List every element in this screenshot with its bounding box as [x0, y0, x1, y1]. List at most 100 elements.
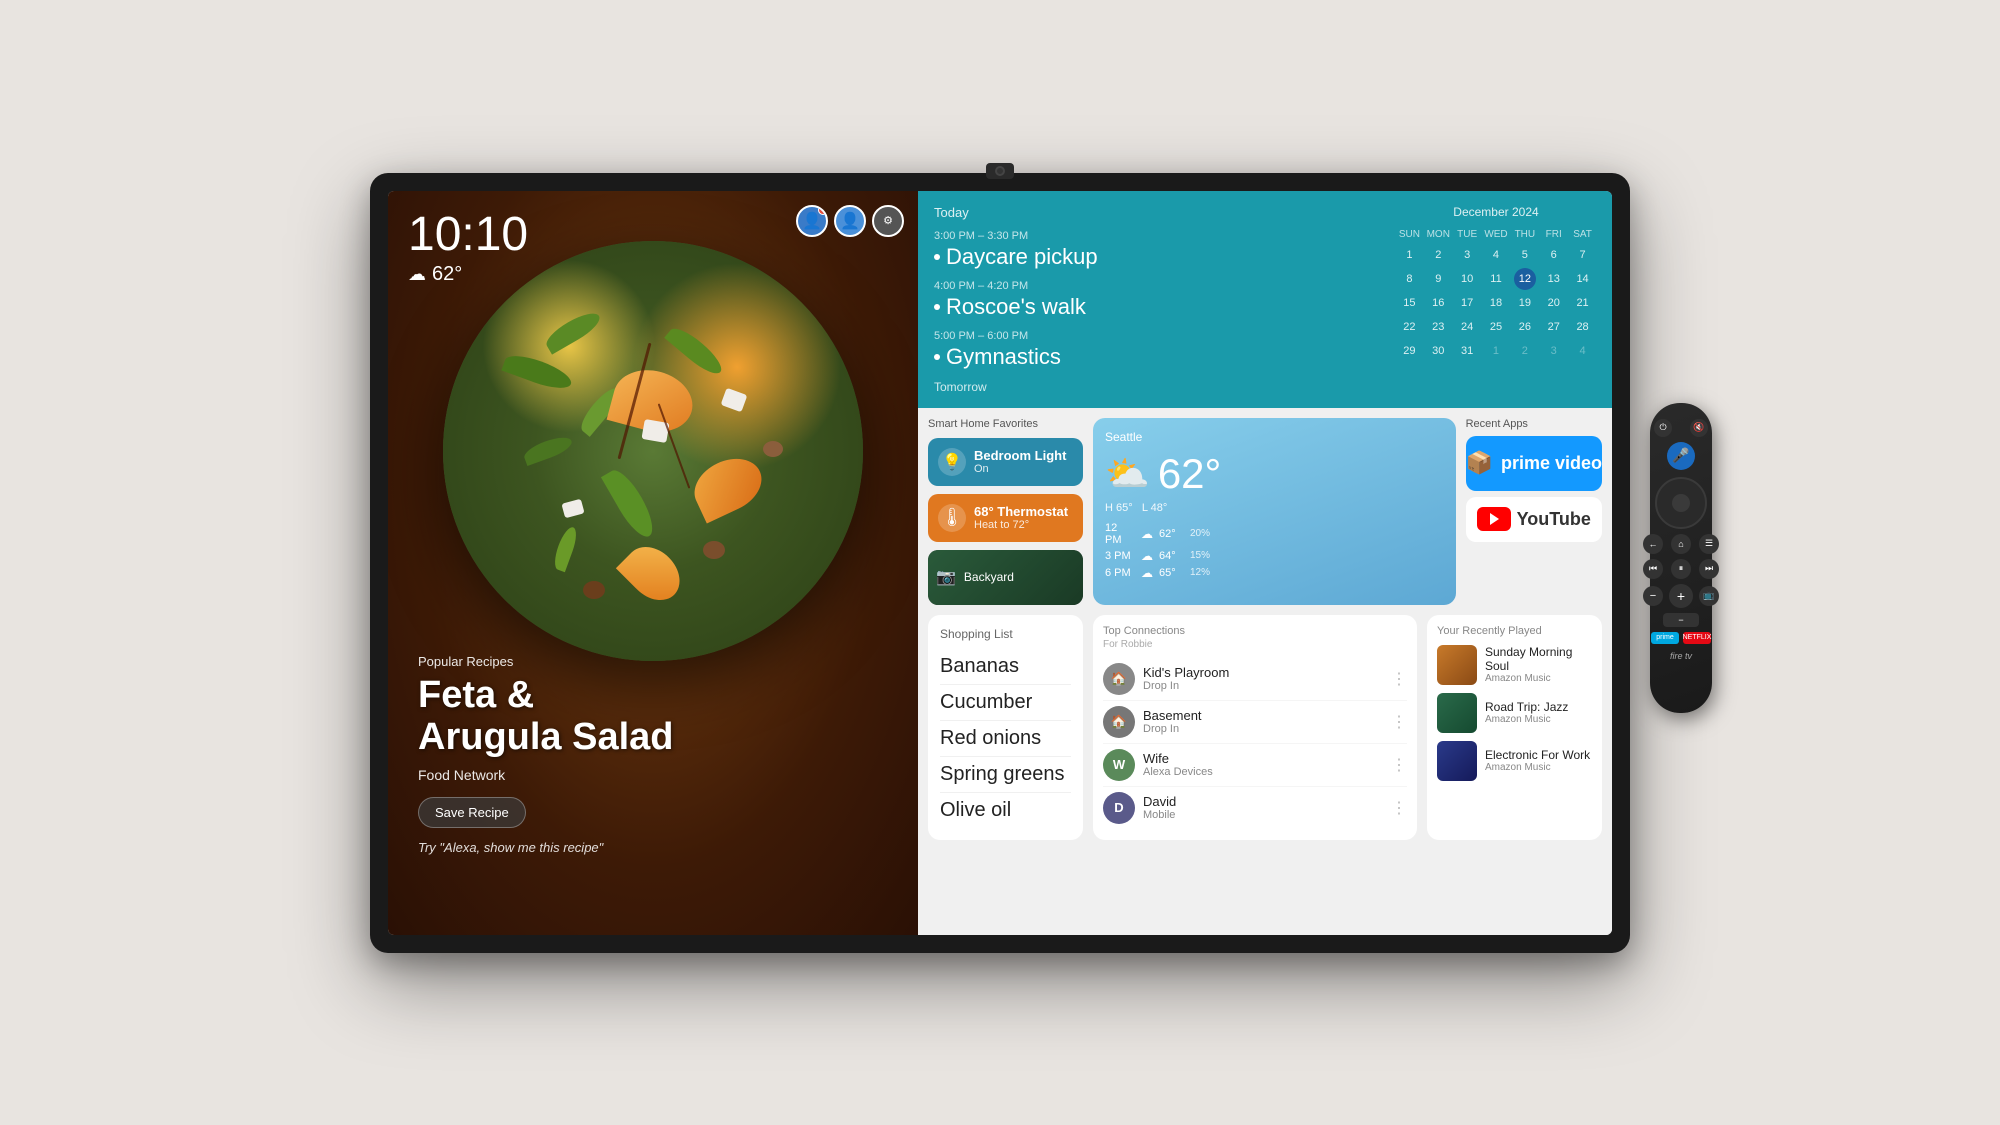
netflix-button[interactable]: NETFLIX	[1683, 632, 1711, 644]
bedroom-light-button[interactable]: 💡 Bedroom Light On	[928, 438, 1083, 486]
vol-down-button[interactable]: −	[1643, 586, 1663, 606]
rewind-button[interactable]: ⏮	[1643, 559, 1663, 579]
cal-day[interactable]: 9	[1427, 268, 1449, 290]
cal-day[interactable]: 21	[1572, 292, 1594, 314]
kids-playroom-info: Kid's Playroom Drop In	[1143, 665, 1383, 692]
channel-button[interactable]: 📺	[1699, 586, 1719, 606]
music-info: Road Trip: Jazz Amazon Music	[1485, 700, 1592, 725]
event-item[interactable]: 5:00 PM – 6:00 PM Gymnastics	[934, 330, 1380, 370]
back-button[interactable]: ←	[1643, 534, 1663, 554]
connection-david[interactable]: D David Mobile ⋮	[1103, 787, 1407, 829]
cal-day[interactable]: 24	[1456, 316, 1478, 338]
cal-day[interactable]: 1	[1398, 244, 1420, 266]
cal-day[interactable]: 11	[1485, 268, 1507, 290]
cal-day[interactable]: 20	[1543, 292, 1565, 314]
more-icon[interactable]: ⋮	[1391, 712, 1407, 732]
vol-up-button[interactable]: +	[1669, 584, 1693, 608]
youtube-tile[interactable]: YouTube	[1466, 497, 1602, 542]
event-time: 5:00 PM – 6:00 PM	[934, 330, 1380, 342]
cal-day[interactable]: 14	[1572, 268, 1594, 290]
shopping-item[interactable]: Spring greens	[940, 757, 1071, 793]
alexa-mic-button[interactable]: 🎤	[1667, 442, 1695, 470]
events-area: Today 3:00 PM – 3:30 PM Daycare pickup 4…	[934, 205, 1380, 394]
mute-button[interactable]: 🔇	[1690, 419, 1708, 437]
shopping-item[interactable]: Bananas	[940, 649, 1071, 685]
shopping-item[interactable]: Cucumber	[940, 685, 1071, 721]
cal-day[interactable]: 31	[1456, 340, 1478, 362]
menu-button[interactable]: ☰	[1699, 534, 1719, 554]
hour-cloud-icon: ☁	[1141, 549, 1153, 563]
cal-day[interactable]: 6	[1543, 244, 1565, 266]
cal-day[interactable]: 4	[1485, 244, 1507, 266]
tv-frame: 10:10 ☁ 62° 👤	[370, 173, 1630, 953]
connection-wife[interactable]: W Wife Alexa Devices ⋮	[1103, 744, 1407, 787]
basement-info: Basement Drop In	[1143, 708, 1383, 735]
prime-icon: 📦	[1466, 450, 1493, 476]
cal-day[interactable]: 5	[1514, 244, 1536, 266]
thermostat-info: 68° Thermostat Heat to 72°	[974, 504, 1068, 531]
cal-day[interactable]: 13	[1543, 268, 1565, 290]
cal-day[interactable]: 23	[1427, 316, 1449, 338]
cal-day-other[interactable]: 2	[1514, 340, 1536, 362]
more-icon[interactable]: ⋮	[1391, 755, 1407, 775]
cal-day[interactable]: 8	[1398, 268, 1420, 290]
cal-day[interactable]: 29	[1398, 340, 1420, 362]
cal-day-other[interactable]: 4	[1572, 340, 1594, 362]
wife-avatar: W	[1103, 749, 1135, 781]
cal-day[interactable]: 10	[1456, 268, 1478, 290]
cal-day[interactable]: 18	[1485, 292, 1507, 314]
home-button[interactable]: ⌂	[1671, 534, 1691, 554]
backyard-camera-button[interactable]: 📷 Backyard	[928, 550, 1083, 605]
cal-day[interactable]: 22	[1398, 316, 1420, 338]
nav-select-button[interactable]	[1672, 494, 1690, 512]
thermostat-button[interactable]: 🌡 68° Thermostat Heat to 72°	[928, 494, 1083, 542]
event-item[interactable]: 4:00 PM – 4:20 PM Roscoe's walk	[934, 280, 1380, 320]
amazon-button[interactable]: prime	[1651, 632, 1679, 644]
cal-day[interactable]: 17	[1456, 292, 1478, 314]
event-item[interactable]: 3:00 PM – 3:30 PM Daycare pickup	[934, 230, 1380, 270]
cal-day[interactable]: 30	[1427, 340, 1449, 362]
connection-kids-playroom[interactable]: 🏠 Kid's Playroom Drop In ⋮	[1103, 658, 1407, 701]
cal-day[interactable]: 25	[1485, 316, 1507, 338]
cal-day[interactable]: 19	[1514, 292, 1536, 314]
cal-day[interactable]: 28	[1572, 316, 1594, 338]
music-item-sunday[interactable]: Sunday Morning Soul Amazon Music	[1437, 645, 1592, 685]
cal-day[interactable]: 15	[1398, 292, 1420, 314]
more-icon[interactable]: ⋮	[1391, 798, 1407, 818]
cal-day[interactable]: 7	[1572, 244, 1594, 266]
music-item-roadtrip[interactable]: Road Trip: Jazz Amazon Music	[1437, 693, 1592, 733]
cal-day-today[interactable]: 12	[1514, 268, 1536, 290]
play-pause-button[interactable]: ⏸	[1671, 559, 1691, 579]
cal-day[interactable]: 16	[1427, 292, 1449, 314]
nav-ring[interactable]	[1655, 477, 1707, 529]
brand-buttons-row: prime NETFLIX	[1651, 632, 1711, 644]
connections-sublabel: For Robbie	[1103, 639, 1407, 650]
user-avatar[interactable]: 👤	[834, 205, 866, 237]
minus-button[interactable]: −	[1663, 613, 1699, 627]
shopping-item[interactable]: Olive oil	[940, 793, 1071, 828]
music-item-electronic[interactable]: Electronic For Work Amazon Music	[1437, 741, 1592, 781]
cal-day-other[interactable]: 1	[1485, 340, 1507, 362]
weather-temperature: 62°	[1158, 450, 1222, 497]
mini-calendar: December 2024 SUN MON TUE WED THU FRI SA…	[1396, 205, 1596, 394]
save-recipe-button[interactable]: Save Recipe	[418, 797, 526, 828]
event-name: Roscoe's walk	[934, 294, 1380, 320]
more-icon[interactable]: ⋮	[1391, 669, 1407, 689]
prime-video-tile[interactable]: 📦 prime video	[1466, 436, 1602, 491]
cal-day[interactable]: 2	[1427, 244, 1449, 266]
connections-label: Top Connections	[1103, 625, 1407, 637]
cal-day-other[interactable]: 3	[1543, 340, 1565, 362]
shopping-item[interactable]: Red onions	[940, 721, 1071, 757]
cal-day[interactable]: 3	[1456, 244, 1478, 266]
settings-avatar[interactable]: ⚙	[872, 205, 904, 237]
connection-basement[interactable]: 🏠 Basement Drop In ⋮	[1103, 701, 1407, 744]
tomorrow-label: Tomorrow	[934, 380, 1380, 394]
power-button[interactable]: ⏻	[1654, 419, 1672, 437]
weather-widget[interactable]: Seattle ⛅ 62° H 65°	[1093, 418, 1456, 605]
cal-day[interactable]: 26	[1514, 316, 1536, 338]
notification-dot	[818, 205, 828, 215]
event-dot	[934, 304, 940, 310]
notification-avatar[interactable]: 👤	[796, 205, 828, 237]
fastforward-button[interactable]: ⏭	[1699, 559, 1719, 579]
cal-day[interactable]: 27	[1543, 316, 1565, 338]
